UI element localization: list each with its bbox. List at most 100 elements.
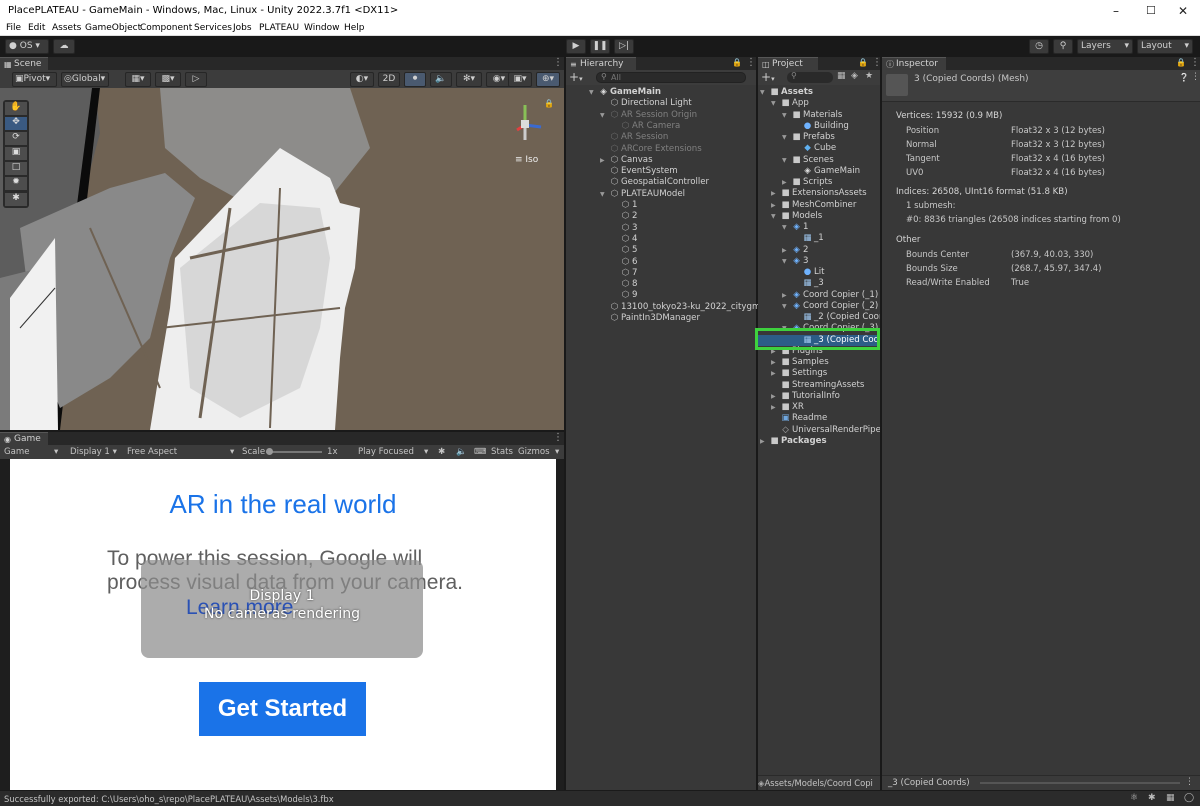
- collapse-arrow-icon[interactable]: ▶: [771, 402, 776, 413]
- collapse-arrow-icon[interactable]: ▶: [600, 155, 605, 166]
- tree-item[interactable]: ⬡ 4: [621, 234, 638, 245]
- tree-item[interactable]: ⬡ 1: [621, 200, 638, 211]
- tree-item[interactable]: ◈ Coord Copier (_2): [792, 301, 878, 312]
- lock-icon[interactable]: 🔒: [732, 58, 742, 67]
- tree-item[interactable]: ⬡ Directional Light: [610, 98, 692, 109]
- collapse-arrow-icon[interactable]: ▶: [771, 188, 776, 199]
- tree-item[interactable]: ⬡ 2: [621, 211, 638, 222]
- scene-more-icon[interactable]: ⋮: [553, 57, 563, 69]
- layers-dropdown[interactable]: Layers ▾: [1077, 39, 1133, 54]
- help-icon[interactable]: ❔: [1179, 73, 1189, 82]
- network-icon[interactable]: ▦: [1166, 793, 1175, 803]
- hierarchy-search-input[interactable]: ⚲ All: [596, 72, 746, 83]
- lock-icon[interactable]: 🔒: [858, 58, 868, 67]
- cloud-button[interactable]: ☁: [53, 39, 75, 54]
- history-button[interactable]: ◷: [1029, 39, 1049, 54]
- search-by-type-icon[interactable]: ▦: [837, 71, 846, 81]
- menu-component[interactable]: Component: [140, 23, 192, 33]
- tree-item[interactable]: ▦ _1: [803, 233, 823, 244]
- tree-item[interactable]: ⬡ 7: [621, 268, 638, 279]
- add-button[interactable]: +▾: [569, 70, 583, 84]
- grid-snap-button[interactable]: ▦▾: [125, 72, 151, 87]
- lighting-toggle[interactable]: ⚫: [404, 72, 426, 87]
- tab-hierarchy[interactable]: ≡ Hierarchy: [566, 57, 636, 70]
- tree-item[interactable]: ◈ GameMain: [803, 166, 860, 177]
- performance-icon[interactable]: ⚛: [1130, 793, 1138, 803]
- step-button[interactable]: ▷|: [614, 39, 634, 54]
- expand-arrow-icon[interactable]: ▼: [782, 222, 787, 233]
- scale-slider-handle[interactable]: [266, 448, 273, 455]
- stats-button[interactable]: Stats: [491, 445, 513, 459]
- tree-item[interactable]: ■ XR: [781, 402, 803, 413]
- tree-item[interactable]: ▦_2 (Copied Coords: [803, 312, 880, 323]
- tree-item[interactable]: ⬡ PLATEAUModel: [610, 189, 685, 200]
- menu-services[interactable]: Services: [194, 23, 232, 33]
- tree-item[interactable]: ▣ Readme: [781, 413, 827, 424]
- close-icon[interactable]: ✕: [1178, 4, 1188, 18]
- expand-arrow-icon[interactable]: ▼: [771, 98, 776, 109]
- tree-item[interactable]: ◇ UniversalRenderPipeli: [781, 425, 880, 436]
- tree-item[interactable]: ■ Models: [781, 211, 822, 222]
- tree-item[interactable]: ◈ 1: [792, 222, 808, 233]
- expand-arrow-icon[interactable]: ▼: [760, 87, 765, 98]
- settings-kebab-icon[interactable]: ⋮: [1191, 72, 1200, 82]
- tree-item[interactable]: ⬡ 9: [621, 290, 638, 301]
- get-started-button[interactable]: Get Started: [199, 682, 366, 736]
- tab-scene[interactable]: ▦ Scene: [0, 57, 48, 70]
- bug-icon[interactable]: ✱: [438, 445, 445, 459]
- tree-item[interactable]: ⬡ AR Session Origin: [610, 110, 697, 121]
- rotate-tool-icon[interactable]: ⟳: [5, 132, 27, 145]
- hierarchy-more-icon[interactable]: ⋮: [746, 57, 756, 69]
- expand-arrow-icon[interactable]: ▼: [589, 87, 594, 98]
- tree-item[interactable]: ■ Scripts: [792, 177, 832, 188]
- move-tool-icon[interactable]: ✥: [5, 117, 27, 130]
- pause-button[interactable]: ❚❚: [590, 39, 610, 54]
- play-mode-dropdown[interactable]: Play Focused: [358, 445, 414, 459]
- collapse-arrow-icon[interactable]: ▶: [771, 200, 776, 211]
- expand-arrow-icon[interactable]: ▼: [782, 301, 787, 312]
- project-more-icon[interactable]: ⋮: [872, 57, 882, 69]
- bug-icon[interactable]: ✱: [1148, 793, 1156, 803]
- maximize-icon[interactable]: ☐: [1146, 4, 1156, 17]
- grid-settings-button[interactable]: ▷: [185, 72, 207, 87]
- effects-dropdown[interactable]: ✻▾: [456, 72, 482, 87]
- tree-item[interactable]: ⬡ EventSystem: [610, 166, 678, 177]
- tree-item[interactable]: ◆ Cube: [803, 143, 836, 154]
- expand-arrow-icon[interactable]: ▼: [782, 110, 787, 121]
- tree-item[interactable]: ◈ Coord Copier (_1): [792, 290, 878, 301]
- menu-edit[interactable]: Edit: [28, 23, 45, 33]
- collapse-arrow-icon[interactable]: ▶: [771, 357, 776, 368]
- account-dropdown[interactable]: ● OS ▾: [5, 39, 49, 54]
- game-more-icon[interactable]: ⋮: [553, 432, 563, 444]
- pivot-dropdown[interactable]: ▣Pivot▾: [12, 72, 57, 87]
- preview-menu-icon[interactable]: ⋮: [1185, 777, 1194, 787]
- tree-item[interactable]: ■ StreamingAssets: [781, 380, 864, 391]
- favorite-icon[interactable]: ★: [865, 71, 873, 81]
- tree-item[interactable]: ◈ 2: [792, 245, 808, 256]
- menu-jobs[interactable]: Jobs: [233, 23, 252, 33]
- audio-toggle[interactable]: 🔈: [430, 72, 452, 87]
- search-button[interactable]: ⚲: [1053, 39, 1073, 54]
- expand-arrow-icon[interactable]: ▼: [782, 155, 787, 166]
- inspector-more-icon[interactable]: ⋮: [1190, 57, 1200, 69]
- tree-item[interactable]: ■ Packages: [770, 436, 826, 447]
- tree-item[interactable]: ■ Prefabs: [792, 132, 834, 143]
- tab-game[interactable]: ◉ Game: [0, 432, 48, 445]
- gizmos-dropdown[interactable]: ⊕▾: [536, 72, 560, 87]
- tab-inspector[interactable]: ⓘ Inspector: [882, 57, 946, 70]
- tree-item[interactable]: ⬡ AR Session: [610, 132, 669, 143]
- tree-item[interactable]: ⬡ GeospatialController: [610, 177, 709, 188]
- tree-item[interactable]: ■ MeshCombiner: [781, 200, 856, 211]
- tree-item[interactable]: ⬡ AR Camera: [621, 121, 681, 132]
- tree-item[interactable]: ⬡ Canvas: [610, 155, 653, 166]
- tree-item[interactable]: ■ Assets: [770, 87, 813, 98]
- shortcuts-icon[interactable]: ⌨: [474, 445, 486, 459]
- snap-increment-button[interactable]: ▩▾: [155, 72, 181, 87]
- tree-item[interactable]: ■ Settings: [781, 368, 827, 379]
- global-dropdown[interactable]: ◎Global▾: [61, 72, 109, 87]
- mode-2d-button[interactable]: 2D: [378, 72, 400, 87]
- aspect-dropdown[interactable]: Free Aspect: [127, 445, 177, 459]
- rect-tool-icon[interactable]: □: [5, 162, 27, 175]
- collapse-arrow-icon[interactable]: ▶: [782, 177, 787, 188]
- lock-icon[interactable]: 🔒: [544, 99, 554, 108]
